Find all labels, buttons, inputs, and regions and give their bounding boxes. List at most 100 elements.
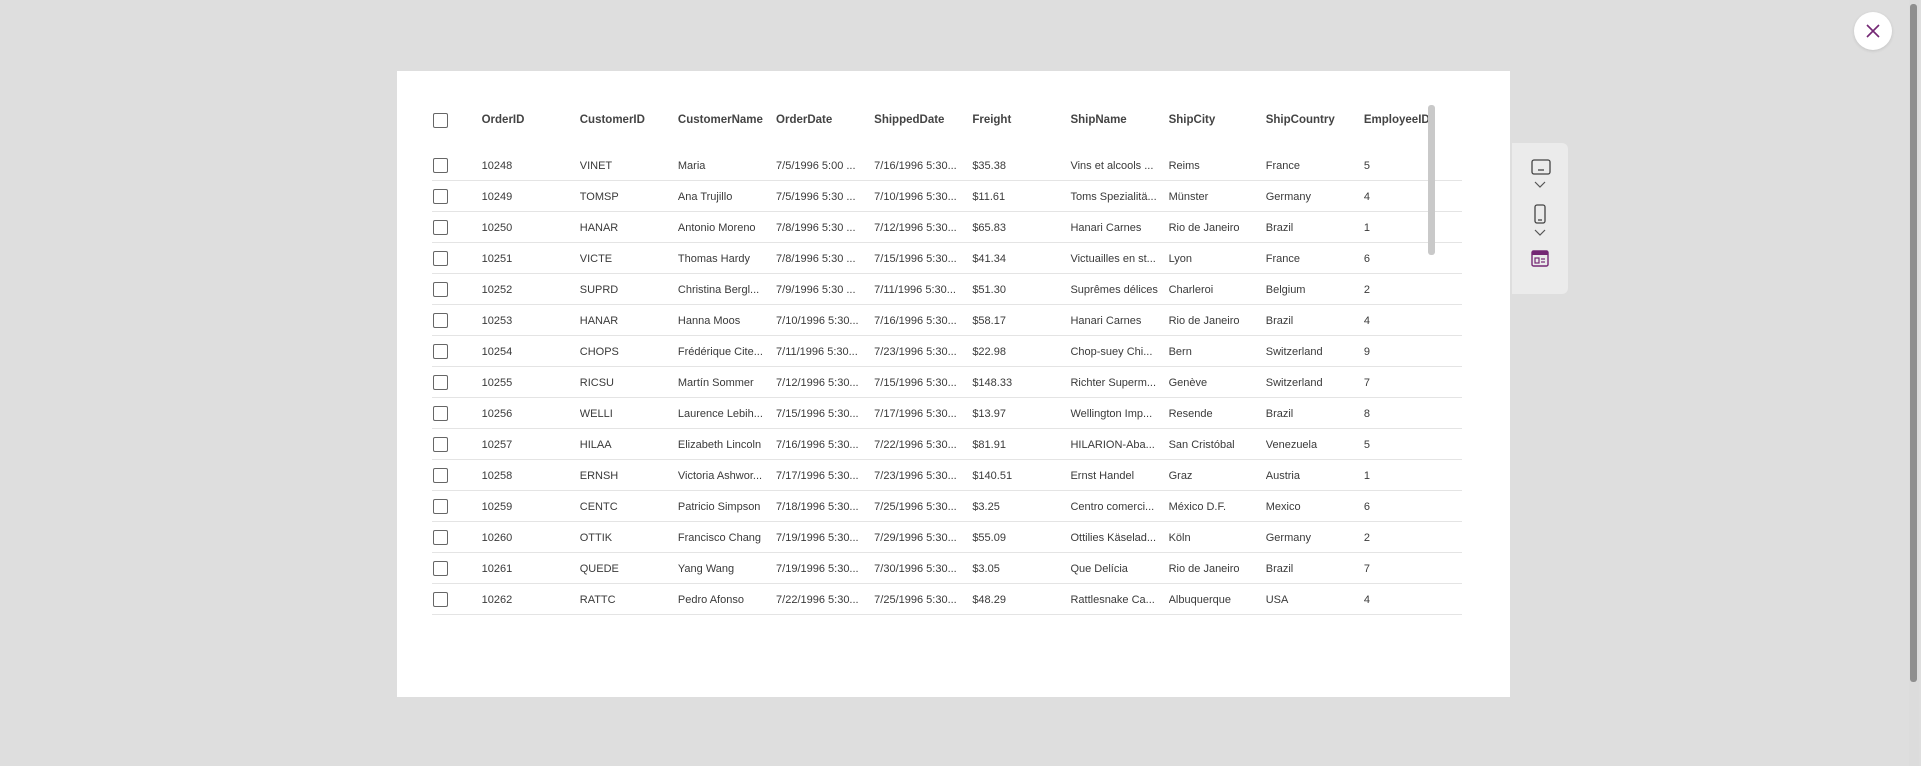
- row-checkbox[interactable]: [433, 189, 448, 204]
- data-grid: OrderID CustomerID CustomerName OrderDat…: [432, 105, 1472, 623]
- phone-layout-expand[interactable]: [1534, 229, 1546, 237]
- table-row[interactable]: 10256 WELLI Laurence Lebih... 7/15/1996 5:3…: [432, 399, 1462, 429]
- cell-orderdate: 7/19/1996 5:30...: [776, 562, 859, 575]
- tablet-layout-button[interactable]: [1531, 159, 1551, 175]
- column-header-orderid[interactable]: OrderID: [482, 114, 580, 126]
- row-checkbox[interactable]: [433, 375, 448, 390]
- table-row[interactable]: 10258 ERNSH Victoria Ashwor... 7/17/1996 5:…: [432, 461, 1462, 491]
- table-row[interactable]: 10260 OTTIK Francisco Chang 7/19/1996 5:30.…: [432, 523, 1462, 553]
- select-all-cell: [432, 112, 482, 128]
- table-row[interactable]: 10253 HANAR Hanna Moos 7/10/1996 5:30... 7/1…: [432, 306, 1462, 336]
- cell-employeeid: 9: [1363, 345, 1370, 358]
- table-row[interactable]: 10261 QUEDE Yang Wang 7/19/1996 5:30... 7/30…: [432, 554, 1462, 584]
- cell-freight: $55.09: [972, 531, 1006, 544]
- cell-orderdate: 7/15/1996 5:30...: [776, 407, 859, 420]
- cell-shippeddate: 7/25/1996 5:30...: [874, 500, 957, 513]
- cell-customername: Christina Bergl...: [677, 283, 760, 296]
- cell-customername: Pedro Afonso: [677, 593, 744, 606]
- table-row[interactable]: 10255 RICSU Martín Sommer 7/12/1996 5:30...…: [432, 368, 1462, 398]
- cell-shipname: Victuailles en st...: [1070, 252, 1156, 265]
- row-select-cell: [432, 530, 482, 545]
- cell-freight: $35.38: [972, 159, 1006, 172]
- cell-freight: $41.34: [972, 252, 1006, 265]
- table-row[interactable]: 10259 CENTC Patricio Simpson 7/18/1996 5:30…: [432, 492, 1462, 522]
- page-scrollbar-thumb[interactable]: [1910, 4, 1917, 682]
- cell-customerid: ERNSH: [579, 469, 619, 482]
- cell-orderid: 10254: [481, 345, 513, 358]
- table-row[interactable]: 10254 CHOPS Frédérique Cite... 7/11/1996 5:…: [432, 337, 1462, 367]
- cell-customername: Antonio Moreno: [677, 221, 756, 234]
- row-checkbox[interactable]: [433, 530, 448, 545]
- row-checkbox[interactable]: [433, 282, 448, 297]
- cell-customername: Ana Trujillo: [677, 190, 733, 203]
- cell-shippeddate: 7/23/1996 5:30...: [874, 345, 957, 358]
- row-select-cell: [432, 406, 482, 421]
- cell-shipcountry: Venezuela: [1265, 438, 1318, 451]
- row-checkbox[interactable]: [433, 251, 448, 266]
- table-row[interactable]: 10262 RATTC Pedro Afonso 7/22/1996 5:30... 7…: [432, 585, 1462, 615]
- row-checkbox[interactable]: [433, 561, 448, 576]
- table-row[interactable]: 10251 VICTE Thomas Hardy 7/8/1996 5:30 ... 7…: [432, 244, 1462, 274]
- column-header-customerid[interactable]: CustomerID: [580, 114, 678, 126]
- row-checkbox[interactable]: [433, 313, 448, 328]
- cell-shipname: Que Delícia: [1070, 562, 1128, 575]
- phone-icon: [1534, 204, 1546, 224]
- cell-orderid: 10258: [481, 469, 513, 482]
- phone-layout-button[interactable]: [1534, 204, 1546, 224]
- row-checkbox[interactable]: [433, 406, 448, 421]
- row-checkbox[interactable]: [433, 158, 448, 173]
- cell-shipname: Hanari Carnes: [1070, 221, 1142, 234]
- chevron-down-icon: [1534, 181, 1546, 188]
- cell-freight: $148.33: [972, 376, 1013, 389]
- cell-shipcountry: Austria: [1265, 469, 1300, 482]
- column-header-employeeid[interactable]: EmployeeID: [1364, 114, 1462, 126]
- tablet-landscape-icon: [1531, 159, 1551, 175]
- select-all-checkbox[interactable]: [433, 112, 448, 128]
- column-header-orderdate[interactable]: OrderDate: [776, 114, 874, 126]
- close-button[interactable]: [1854, 12, 1892, 50]
- row-checkbox[interactable]: [433, 468, 448, 483]
- cell-customername: Francisco Chang: [677, 531, 762, 544]
- cell-freight: $3.05: [972, 562, 1000, 575]
- column-header-shipcountry[interactable]: ShipCountry: [1266, 114, 1364, 126]
- cell-orderid: 10249: [481, 190, 513, 203]
- cell-shipcountry: Belgium: [1265, 283, 1306, 296]
- cell-employeeid: 8: [1363, 407, 1370, 420]
- cell-customerid: OTTIK: [579, 531, 613, 544]
- cell-shipcountry: Mexico: [1265, 500, 1301, 513]
- page-scrollbar[interactable]: [1909, 0, 1919, 766]
- row-checkbox[interactable]: [433, 499, 448, 514]
- column-header-freight[interactable]: Freight: [972, 114, 1070, 126]
- column-header-shipcity[interactable]: ShipCity: [1169, 114, 1266, 126]
- table-row[interactable]: 10249 TOMSP Ana Trujillo 7/5/1996 5:30 ... 7…: [432, 182, 1462, 212]
- column-header-shipname[interactable]: ShipName: [1070, 114, 1168, 126]
- cell-customername: Frédérique Cite...: [677, 345, 763, 358]
- cell-customername: Elizabeth Lincoln: [677, 438, 762, 451]
- cell-shipcountry: Brazil: [1265, 562, 1294, 575]
- cell-customername: Thomas Hardy: [677, 252, 751, 265]
- row-checkbox[interactable]: [433, 592, 448, 607]
- row-checkbox[interactable]: [433, 344, 448, 359]
- cell-shipcountry: Brazil: [1265, 221, 1294, 234]
- cell-orderid: 10253: [481, 314, 513, 327]
- cell-shipcountry: France: [1265, 252, 1300, 265]
- web-layout-icon: [1531, 250, 1549, 267]
- column-header-customername[interactable]: CustomerName: [678, 114, 776, 126]
- table-row[interactable]: 10257 HILAA Elizabeth Lincoln 7/16/1996 5:3…: [432, 430, 1462, 460]
- cell-shipcountry: Switzerland: [1265, 376, 1323, 389]
- cell-orderid: 10261: [481, 562, 513, 575]
- row-select-cell: [432, 499, 482, 514]
- cell-shipname: Centro comerci...: [1070, 500, 1155, 513]
- row-checkbox[interactable]: [433, 437, 448, 452]
- cell-customername: Hanna Moos: [677, 314, 741, 327]
- grid-scrollbar[interactable]: [1428, 105, 1435, 255]
- cell-shipcity: Münster: [1168, 190, 1209, 203]
- tablet-layout-expand[interactable]: [1534, 181, 1546, 189]
- table-row[interactable]: 10252 SUPRD Christina Bergl... 7/9/1996 5:3…: [432, 275, 1462, 305]
- row-checkbox[interactable]: [433, 220, 448, 235]
- column-header-shippeddate[interactable]: ShippedDate: [874, 114, 972, 126]
- table-row[interactable]: 10248 VINET Maria 7/5/1996 5:00 ... 7/16/199…: [432, 151, 1462, 181]
- web-layout-button[interactable]: [1531, 250, 1549, 267]
- table-row[interactable]: 10263ERNSHElizabeth Brown7/23/1996 5:30.…: [432, 616, 1462, 623]
- table-row[interactable]: 10250 HANAR Antonio Moreno 7/8/1996 5:30 ..…: [432, 213, 1462, 243]
